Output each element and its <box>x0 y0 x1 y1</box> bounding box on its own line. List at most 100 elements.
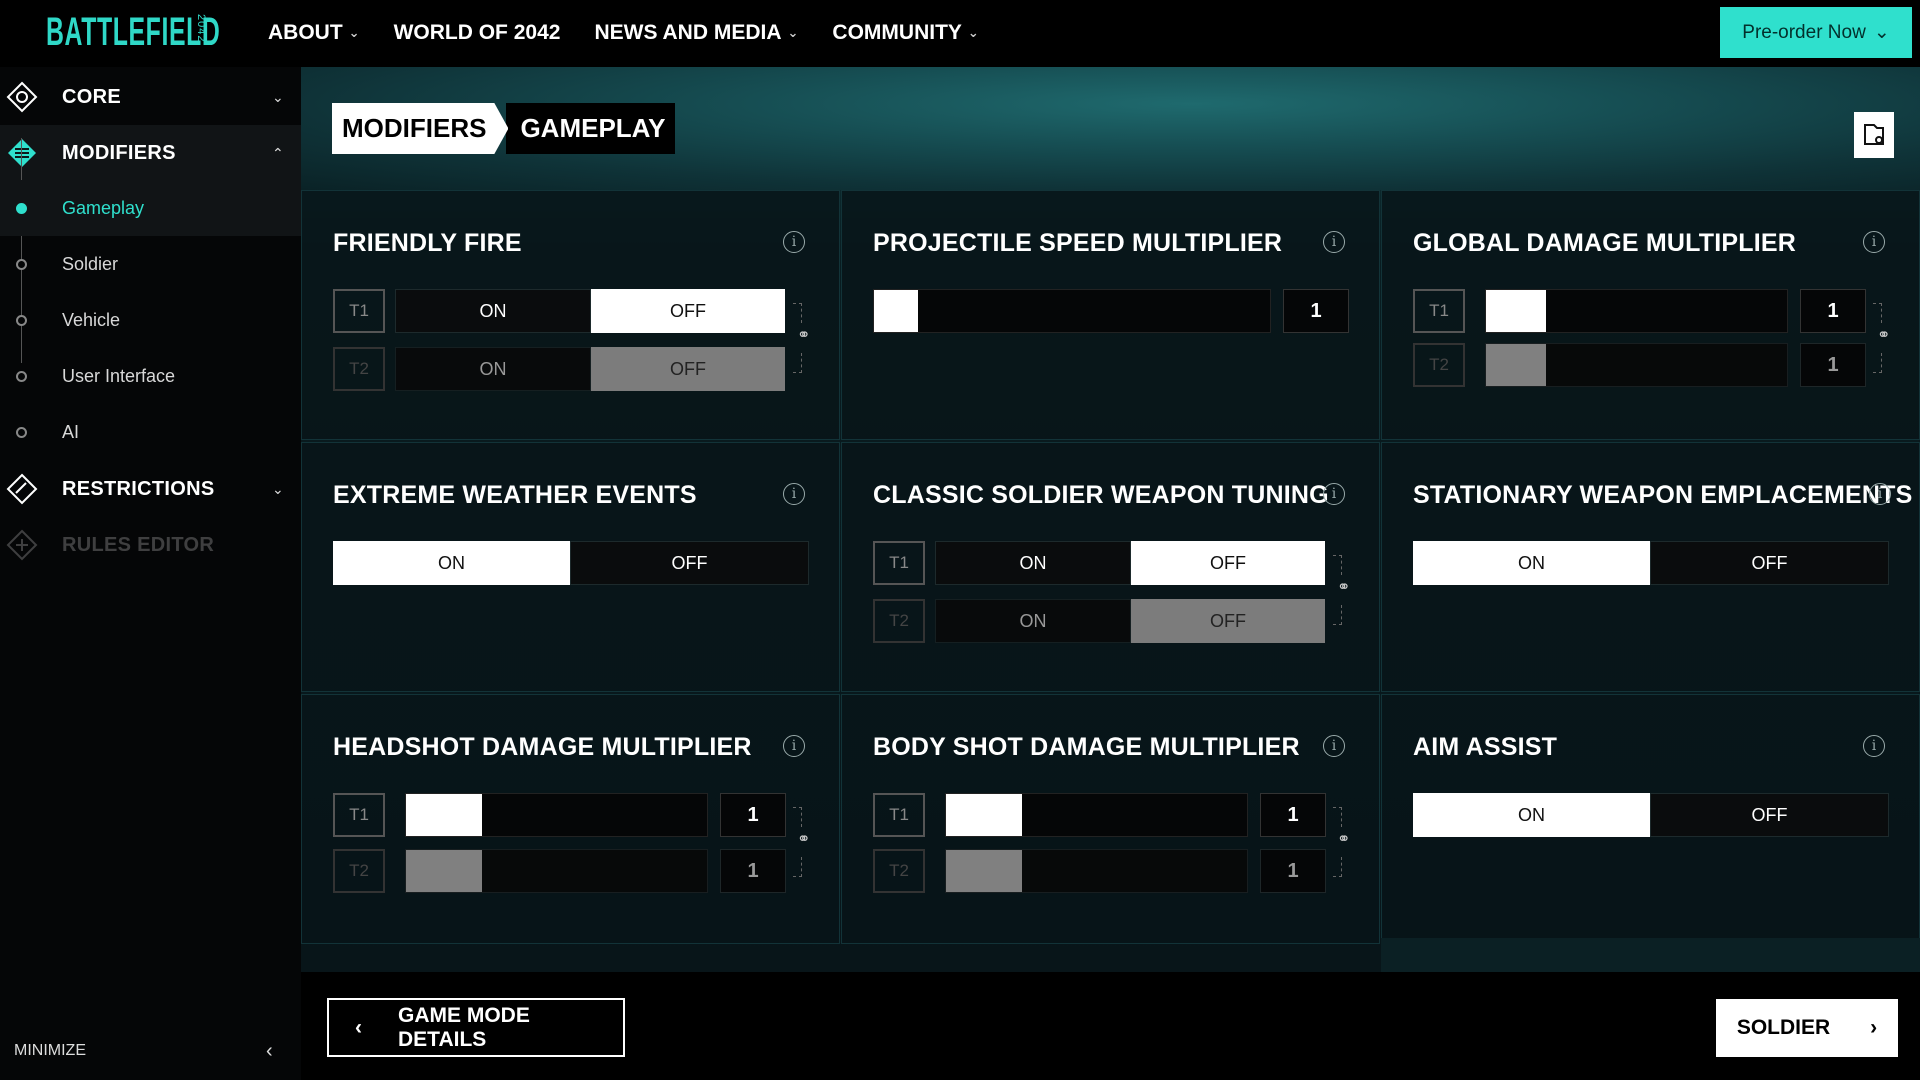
team2-badge: T2 <box>333 849 385 893</box>
team2-badge: T2 <box>333 347 385 391</box>
team2-slider[interactable] <box>945 849 1248 893</box>
projectile-speed-value[interactable]: 1 <box>1283 289 1349 333</box>
nav-world-of-2042[interactable]: WORLD OF 2042 <box>394 21 561 45</box>
nav-world-label: WORLD OF 2042 <box>393 21 561 44</box>
link-teams-toggle[interactable]: ⚭ <box>1333 807 1351 877</box>
team2-slider[interactable] <box>405 849 708 893</box>
sidebar-item-gameplay[interactable]: Gameplay <box>0 180 301 236</box>
sidebar-section-core[interactable]: CORE ⌄ <box>0 69 301 125</box>
off-option-selected[interactable]: OFF <box>1131 541 1325 585</box>
sidebar-item-soldier[interactable]: Soldier <box>0 236 301 292</box>
sidebar-item-label: AI <box>62 421 80 442</box>
breadcrumb-modifiers[interactable]: MODIFIERS <box>332 103 509 154</box>
on-option[interactable]: ON <box>935 599 1131 643</box>
off-option-selected[interactable]: OFF <box>1131 599 1325 643</box>
nav-news-and-media[interactable]: NEWS AND MEDIA ⌄ <box>594 21 798 45</box>
card-placeholder <box>1381 938 1920 972</box>
slider-fill <box>946 794 1022 836</box>
chain-link-icon: ⚭ <box>797 831 811 848</box>
nav-about[interactable]: ABOUT ⌄ <box>268 21 360 45</box>
next-button-label: SOLDIER <box>1736 1016 1831 1039</box>
chevron-right-icon: › <box>1870 1016 1878 1039</box>
off-option-selected[interactable]: OFF <box>591 347 785 391</box>
card-friendly-fire: FRIENDLY FIRE i T1 ON OFF T2 ON OFF ⚭ <box>301 190 840 440</box>
off-option[interactable]: OFF <box>570 541 809 585</box>
back-button[interactable]: ‹ GAME MODE DETAILS <box>327 998 625 1057</box>
card-title: AIM ASSIST <box>1413 733 1558 761</box>
sidebar-section-modifiers[interactable]: MODIFIERS ⌃ <box>0 125 301 181</box>
on-option[interactable]: ON <box>395 347 591 391</box>
on-option[interactable]: ON <box>395 289 591 333</box>
link-bracket-top <box>793 807 802 827</box>
team1-value[interactable]: 1 <box>1260 793 1326 837</box>
link-bracket-top <box>793 303 802 323</box>
on-option[interactable]: ON <box>935 541 1131 585</box>
on-option-selected[interactable]: ON <box>1413 793 1650 837</box>
next-button[interactable]: SOLDIER › <box>1716 999 1898 1057</box>
sidebar-item-label: Vehicle <box>62 309 121 330</box>
team2-value[interactable]: 1 <box>1260 849 1326 893</box>
save-file-button[interactable] <box>1854 112 1894 158</box>
team1-value[interactable]: 1 <box>720 793 786 837</box>
projectile-speed-slider[interactable] <box>873 289 1271 333</box>
sidebar-item-label: Soldier <box>62 253 119 274</box>
link-bracket-top <box>1333 555 1342 575</box>
info-icon[interactable]: i <box>783 483 805 505</box>
link-bracket-bottom <box>793 857 802 877</box>
team2-value[interactable]: 1 <box>720 849 786 893</box>
team1-slider[interactable] <box>405 793 708 837</box>
dot-icon <box>16 258 27 270</box>
team1-slider[interactable] <box>1485 289 1788 333</box>
team1-toggle[interactable]: ON OFF <box>935 541 1325 585</box>
card-title: PROJECTILE SPEED MULTIPLIER <box>873 229 1283 257</box>
team1-value[interactable]: 1 <box>1800 289 1866 333</box>
link-teams-toggle[interactable]: ⚭ <box>793 807 811 877</box>
chevron-down-icon: ⌄ <box>967 25 979 40</box>
slider-fill <box>406 850 482 892</box>
sidebar-item-ai[interactable]: AI <box>0 404 301 460</box>
sidebar-item-vehicle[interactable]: Vehicle <box>0 292 301 348</box>
link-bracket-bottom <box>1333 605 1342 625</box>
link-teams-toggle[interactable]: ⚭ <box>793 303 810 373</box>
chevron-down-icon: ⌄ <box>272 88 284 105</box>
off-option-selected[interactable]: OFF <box>591 289 785 333</box>
sidebar-section-label: RULES EDITOR <box>62 533 215 556</box>
minimize-label[interactable]: MINIMIZE <box>14 1042 86 1060</box>
aim-assist-toggle[interactable]: ON OFF <box>1413 793 1889 837</box>
card-extreme-weather: EXTREME WEATHER EVENTS i ON OFF <box>301 442 840 692</box>
sidebar-item-label: Gameplay <box>62 197 145 218</box>
info-icon[interactable]: i <box>783 735 805 757</box>
link-bracket-bottom <box>1873 353 1882 373</box>
info-icon[interactable]: i <box>1863 231 1885 253</box>
stationary-weapons-toggle[interactable]: ON OFF <box>1413 541 1889 585</box>
on-option-selected[interactable]: ON <box>1413 541 1650 585</box>
team1-slider[interactable] <box>945 793 1248 837</box>
team2-toggle[interactable]: ON OFF <box>395 347 785 391</box>
nav-community[interactable]: COMMUNITY ⌄ <box>832 21 978 45</box>
info-icon[interactable]: i <box>1323 483 1345 505</box>
team2-value[interactable]: 1 <box>1800 343 1866 387</box>
sidebar-item-user-interface[interactable]: User Interface <box>0 348 301 404</box>
team2-toggle[interactable]: ON OFF <box>935 599 1325 643</box>
off-option[interactable]: OFF <box>1650 793 1889 837</box>
sidebar-section-rules-editor: RULES EDITOR <box>0 517 301 573</box>
info-icon[interactable]: i <box>1869 483 1891 505</box>
card-aim-assist: AIM ASSIST i ON OFF <box>1381 694 1920 944</box>
info-icon[interactable]: i <box>1323 735 1345 757</box>
collapse-arrow-icon[interactable]: ‹ <box>266 1040 273 1063</box>
on-option-selected[interactable]: ON <box>333 541 570 585</box>
team2-badge: T2 <box>873 599 925 643</box>
preorder-button[interactable]: Pre-order Now ⌄ <box>1720 7 1912 58</box>
info-icon[interactable]: i <box>1863 735 1885 757</box>
info-icon[interactable]: i <box>1323 231 1345 253</box>
sidebar-section-restrictions[interactable]: RESTRICTIONS ⌄ <box>0 461 301 517</box>
info-icon[interactable]: i <box>783 231 805 253</box>
team2-badge: T2 <box>873 849 925 893</box>
team1-toggle[interactable]: ON OFF <box>395 289 785 333</box>
team2-slider[interactable] <box>1485 343 1788 387</box>
link-teams-toggle[interactable]: ⚭ <box>1873 303 1890 373</box>
extreme-weather-toggle[interactable]: ON OFF <box>333 541 809 585</box>
off-option[interactable]: OFF <box>1650 541 1889 585</box>
chain-link-icon: ⚭ <box>1337 831 1351 848</box>
link-teams-toggle[interactable]: ⚭ <box>1333 555 1350 625</box>
